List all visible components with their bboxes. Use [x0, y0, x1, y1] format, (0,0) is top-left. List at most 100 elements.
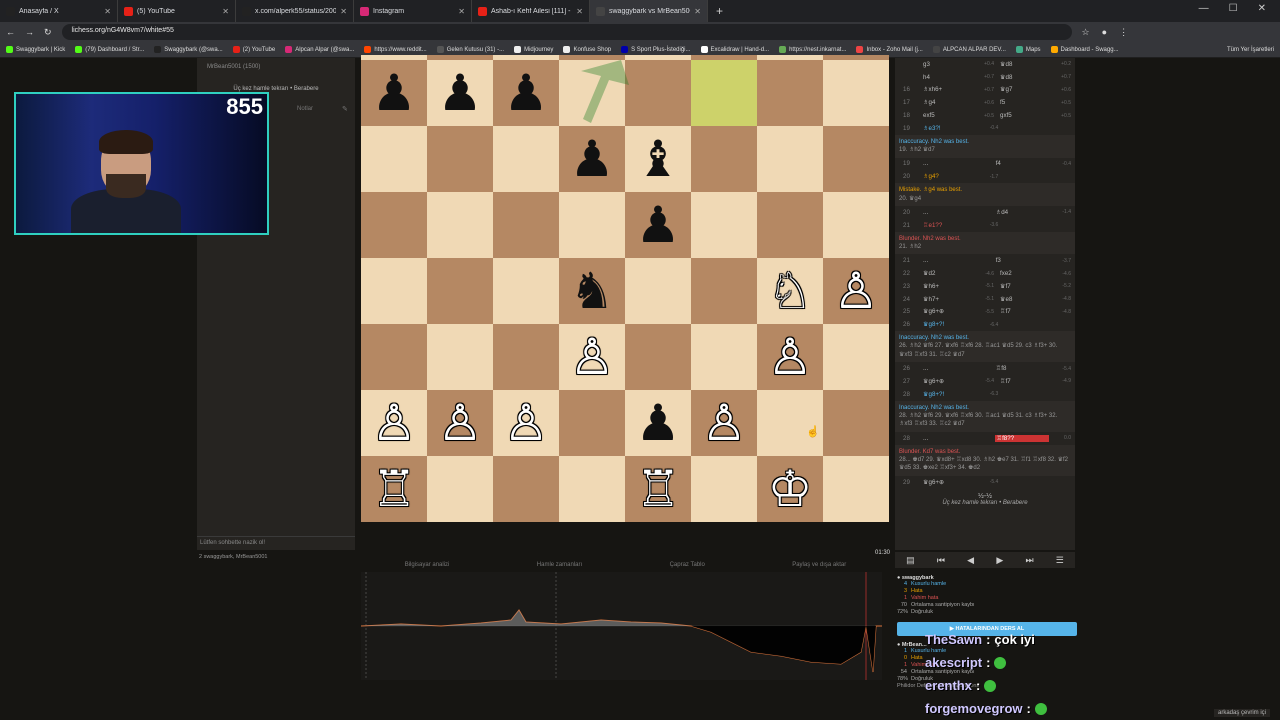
white-move[interactable]: ♛g6+⊕ [921, 479, 975, 486]
forward-icon[interactable]: → [25, 27, 34, 37]
star-icon[interactable]: ☆ [1082, 27, 1090, 38]
prev-move-icon[interactable]: ◀ [967, 555, 974, 566]
move-row[interactable]: 17 ♗g4 +0.6 f5 +0.5 [895, 96, 1075, 109]
analysis-tab[interactable]: Çapraz Tablo [670, 562, 705, 568]
bookmark-item[interactable]: Dashboard - Swagg... [1050, 46, 1119, 53]
white-move[interactable]: exf5 [921, 112, 975, 119]
black-move[interactable]: gxf5 [998, 112, 1052, 119]
white-move[interactable]: ♗g4? [921, 173, 975, 180]
black-move[interactable]: ♛g7 [998, 86, 1052, 93]
close-icon[interactable]: ✕ [576, 7, 583, 16]
browser-tab[interactable]: (5) YouTube ✕ [118, 0, 236, 22]
summary-row[interactable]: 4 Kusurlu hamle [897, 581, 1077, 588]
friends-online[interactable]: arkadaş çevrim içi [1213, 709, 1270, 717]
move-row[interactable]: 21... f3 -3.7 [895, 254, 1075, 267]
close-icon[interactable]: ✕ [104, 7, 111, 16]
bookmark-item[interactable]: https://www.reddit... [364, 46, 427, 53]
white-move[interactable]: ♛g6+⊕ [921, 378, 975, 385]
hamburger-icon[interactable]: ☰ [1056, 555, 1064, 566]
evaluation-graph[interactable] [361, 572, 882, 680]
all-bookmarks[interactable]: Tüm Yer İşaretleri [1227, 47, 1274, 53]
black-move[interactable]: ♛d8 [998, 61, 1052, 68]
maximize-icon[interactable]: ☐ [1229, 3, 1238, 14]
comment-line[interactable]: 21. ♗h2 [899, 243, 1071, 251]
bookmark-item[interactable]: Maps [1015, 46, 1041, 53]
move-row[interactable]: 29 ♛g6+⊕ -5.4 [895, 476, 1075, 489]
summary-row[interactable]: 72% Doğruluk [897, 609, 1077, 616]
white-move[interactable]: ♗g4 [921, 99, 975, 106]
move-row[interactable]: 20 ♗g4? -1.7 [895, 170, 1075, 183]
move-list[interactable]: g3 +0.4 ♛d8 +0.2 h4 +0.7 ♛d8 +0.7 16 ♗xh6+ +0.7 ♛g7… [895, 58, 1075, 550]
url-input[interactable]: lichess.org/nG4W8vm7/white#55 [61, 24, 1072, 40]
black-move[interactable]: ♖f7 [998, 378, 1052, 385]
close-icon[interactable]: ✕ [458, 7, 465, 16]
white-move[interactable]: ♛g6+⊕ [921, 308, 975, 315]
comment-line[interactable]: 20. ♛g4 [899, 195, 1071, 203]
bookmark-item[interactable]: Konfuse Shop [563, 46, 611, 53]
summary-row[interactable]: 1 Vahim hata [897, 595, 1077, 602]
close-icon[interactable]: ✕ [340, 7, 347, 16]
move-row[interactable]: 24 ♛h7+ -5.1 ♛e8 -4.8 [895, 293, 1075, 306]
move-row[interactable]: 26 ♛g8+?! -6.4 [895, 318, 1075, 331]
minimize-icon[interactable]: — [1199, 3, 1209, 14]
move-row[interactable]: 22 ♛d2 -4.6 fxe2 -4.6 [895, 267, 1075, 280]
analysis-tab[interactable]: Bilgisayar analizi [405, 562, 450, 568]
white-move[interactable]: ... [921, 257, 975, 264]
bookmark-item[interactable]: Midjourney [514, 46, 553, 53]
bookmark-item[interactable]: https://nest.inkarnat... [779, 46, 846, 53]
analysis-tab[interactable]: Hamle zamanları [537, 562, 582, 568]
bookmark-item[interactable]: (2) YouTube [232, 46, 275, 53]
bookmark-item[interactable]: Alpcan Alpar (@swa... [285, 46, 354, 53]
profile-icon[interactable]: ● [1102, 27, 1107, 38]
comment-line[interactable]: 26. ♗h2 ♛f6 27. ♛xf6 ♖xf6 28. ♖ac1 ♛d5 2… [899, 342, 1071, 359]
summary-row[interactable]: 3 Hata [897, 588, 1077, 595]
close-window-icon[interactable]: ✕ [1258, 3, 1266, 14]
bookmark-item[interactable]: ALPCAN ALPAR DEV... [932, 46, 1006, 53]
black-move[interactable]: ♛e8 [998, 296, 1052, 303]
chat-input[interactable]: Lütfen sohbette nazik ol! [197, 536, 355, 550]
move-row[interactable]: 23 ♛h6+ -5.1 ♛f7 -5.2 [895, 280, 1075, 293]
analysis-tab[interactable]: Paylaş ve dışa aktar [792, 562, 846, 568]
move-row[interactable]: 16 ♗xh6+ +0.7 ♛g7 +0.6 [895, 84, 1075, 97]
bookmark-item[interactable]: Swaggybark (@swa... [154, 46, 223, 53]
move-row[interactable]: 19... f4 -0.4 [895, 158, 1075, 171]
comment-line[interactable]: 28. ♗h2 ♛f6 29. ♛xf6 ♖xf6 30. ♖ac1 ♛d5 3… [899, 412, 1071, 429]
move-row[interactable]: 19 ♗e3?! -0.4 [895, 122, 1075, 135]
comment-line[interactable]: 19. ♗h2 ♛d7 [899, 146, 1071, 154]
bookmark-item[interactable]: Inbox - Zoho Mail (j... [856, 46, 923, 53]
black-move[interactable]: ♛f7 [998, 283, 1052, 290]
black-move[interactable]: f5 [998, 99, 1052, 106]
black-move[interactable]: fxe2 [998, 270, 1052, 277]
move-row[interactable]: 20... ♗d4 -1.4 [895, 206, 1075, 219]
white-move[interactable]: ♛h6+ [921, 283, 975, 290]
bookmark-item[interactable]: (79) Dashboard / Str... [75, 46, 144, 53]
move-row[interactable]: 27 ♛g6+⊕ -5.4 ♖f7 -4.9 [895, 375, 1075, 388]
browser-tab[interactable]: Instagram ✕ [354, 0, 472, 22]
black-move[interactable]: ♗d4 [994, 209, 1048, 216]
close-icon[interactable]: ✕ [694, 7, 701, 16]
next-move-icon[interactable]: ▶ [996, 555, 1003, 566]
pen-icon[interactable]: ✎ [342, 105, 348, 113]
browser-tab[interactable]: x.com/alperk55/status/200989...✕ [236, 0, 354, 22]
comment-line[interactable]: 28... ♚d7 29. ♛xd8+ ♖xd8 30. ♗h2 ♚e7 31.… [899, 456, 1071, 473]
bookmark-item[interactable]: Excalidraw | Hand-d... [700, 46, 769, 53]
move-row[interactable]: 28 ♛g8+?! -6.3 [895, 388, 1075, 401]
book-icon[interactable]: ▤ [906, 555, 915, 566]
white-move[interactable]: ... [921, 209, 975, 216]
move-row[interactable]: g3 +0.4 ♛d8 +0.2 [895, 58, 1075, 71]
move-row[interactable]: 26... ♖f8 -5.4 [895, 362, 1075, 375]
black-move[interactable]: ♖f8 [994, 365, 1048, 372]
summary-row[interactable]: 70 Ortalama santipiyon kaybı [897, 602, 1077, 609]
white-move[interactable]: ... [921, 160, 975, 167]
black-move[interactable]: ♛d8 [998, 74, 1052, 81]
white-move[interactable]: ♗xh6+ [921, 86, 975, 93]
move-row[interactable]: 28... ♖f8?? 0.0 [895, 432, 1075, 445]
white-move[interactable]: ♛h7+ [921, 296, 975, 303]
reload-icon[interactable]: ↻ [44, 27, 52, 38]
browser-tab[interactable]: Anasayfa / X ✕ [0, 0, 118, 22]
white-move[interactable]: ♗e3?! [921, 125, 975, 132]
white-move[interactable]: ... [921, 435, 975, 442]
move-row[interactable]: 25 ♛g6+⊕ -5.5 ♖f7 -4.8 [895, 306, 1075, 319]
bookmark-item[interactable]: S Sport Plus-İstediği... [621, 46, 691, 53]
black-move[interactable]: f4 [994, 160, 1048, 167]
